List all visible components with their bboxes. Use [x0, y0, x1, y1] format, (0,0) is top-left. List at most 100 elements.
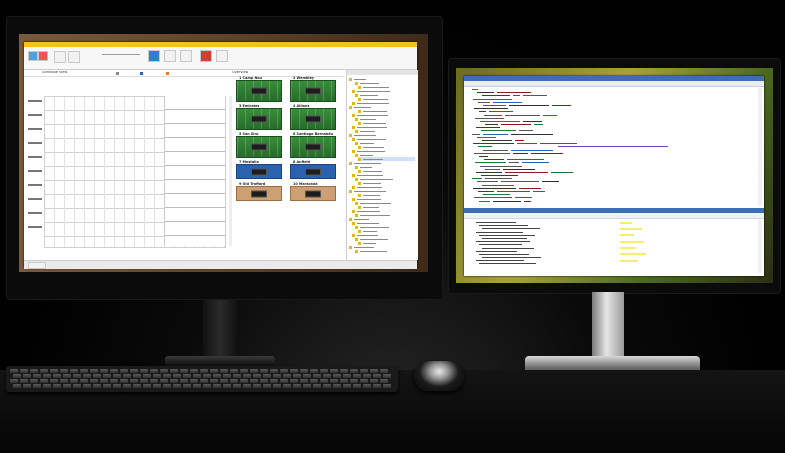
keyboard-key [63, 384, 71, 388]
keyboard-key [223, 384, 231, 388]
tree-item-text [360, 226, 389, 228]
tree-item-text [360, 178, 393, 180]
code-scrollbar[interactable] [758, 88, 762, 206]
code-token [473, 187, 516, 189]
keyboard-key [240, 369, 248, 373]
field-preview[interactable]: 7 Mestalla [236, 160, 282, 179]
field-preview[interactable]: 9 Old Trafford [236, 182, 282, 201]
left-monitor-screen: Schedule view Overview 1 Camp Nou 2 Wembl… [19, 34, 428, 272]
status-tab[interactable] [28, 262, 46, 269]
field-label: 8 Anfield [293, 160, 310, 164]
keyboard-key [320, 379, 328, 383]
ribbon-button[interactable] [54, 51, 66, 63]
tree-item-text [357, 126, 387, 128]
keyboard-key [173, 374, 181, 378]
ribbon-button[interactable] [164, 50, 176, 62]
keyboard-key [170, 369, 178, 373]
keyboard-key [310, 369, 318, 373]
keyboard-key [330, 379, 338, 383]
code-token [481, 130, 516, 132]
code-token [479, 200, 490, 202]
code-token [472, 89, 478, 90]
code-token [522, 162, 549, 164]
keyboard-key [10, 379, 18, 383]
ribbon-button[interactable] [180, 50, 192, 62]
code-token [477, 92, 494, 94]
keyboard-key [203, 374, 211, 378]
ribbon-button[interactable] [68, 51, 80, 63]
keyboard-key [220, 379, 228, 383]
keyboard-key [240, 379, 248, 383]
field-preview[interactable]: 2 Wembley [290, 76, 336, 102]
keyboard-key [50, 369, 58, 373]
field-preview[interactable]: 5 San Siro [236, 132, 282, 158]
output-text [479, 263, 536, 265]
ribbon-button[interactable] [216, 50, 228, 62]
keyboard-key [143, 374, 151, 378]
output-scrollbar[interactable] [758, 219, 762, 273]
keyboard-key [23, 384, 31, 388]
output-text [476, 231, 523, 233]
code-token [479, 155, 488, 157]
tree-item-text [360, 214, 390, 216]
field-preview[interactable]: 10 Maracanã [290, 182, 336, 201]
folder-icon [349, 189, 352, 193]
code-token [505, 171, 548, 173]
field-preview[interactable]: 1 Camp Nou [236, 76, 282, 102]
keyboard-key [60, 379, 68, 383]
code-token [534, 124, 543, 126]
ribbon-button[interactable] [28, 51, 38, 61]
keyboard-key [183, 374, 191, 378]
ribbon-slider[interactable] [102, 54, 140, 55]
keyboard-key [313, 384, 321, 388]
keyboard-key [350, 379, 358, 383]
ribbon-button[interactable] [38, 51, 48, 61]
keyboard-key [180, 369, 188, 373]
output-text [482, 247, 534, 249]
ribbon-button[interactable] [200, 50, 212, 62]
output-tabs[interactable] [464, 213, 764, 219]
scheduler-app-window: Schedule view Overview 1 Camp Nou 2 Wembl… [24, 42, 418, 269]
keyboard-key [230, 379, 238, 383]
legend-dot [140, 71, 143, 75]
keyboard-key [100, 379, 108, 383]
keyboard-key [163, 384, 171, 388]
tree-list[interactable] [349, 77, 415, 253]
output-highlight [620, 234, 634, 237]
code-token [483, 194, 510, 196]
code-token [501, 181, 539, 183]
code-token [485, 124, 498, 126]
code-token [493, 101, 522, 103]
keyboard [6, 366, 398, 392]
keyboard-key [270, 369, 278, 373]
keyboard-key [163, 374, 171, 378]
row-label [28, 212, 42, 214]
field-preview[interactable]: 3 Emirates [236, 104, 282, 130]
output-text [479, 234, 535, 236]
keyboard-key [70, 379, 78, 383]
code-editor[interactable] [468, 88, 758, 206]
keyboard-key [360, 369, 368, 373]
field-preview[interactable]: 8 Anfield [290, 160, 336, 179]
code-token [543, 114, 557, 116]
code-token [483, 149, 508, 151]
keyboard-key [263, 374, 271, 378]
keyboard-key [303, 374, 311, 378]
keyboard-key [73, 374, 81, 378]
folder-icon [349, 245, 352, 249]
code-token [497, 191, 530, 192]
output-text [479, 253, 529, 255]
output-highlight [620, 259, 638, 262]
output-text [479, 244, 522, 246]
grid-scrollbar[interactable] [229, 96, 232, 246]
keyboard-key [210, 369, 218, 373]
tree-item-text [363, 182, 381, 184]
ribbon-button[interactable] [148, 50, 160, 62]
field-preview[interactable]: 4 Allianz [290, 104, 336, 130]
ide-toolbar [464, 81, 764, 87]
keyboard-key [373, 384, 381, 388]
field-preview[interactable]: 6 Santiago Bernabéu [290, 132, 336, 158]
tree-item-text [363, 158, 383, 160]
tree-item[interactable] [355, 249, 415, 253]
keyboard-key [273, 374, 281, 378]
